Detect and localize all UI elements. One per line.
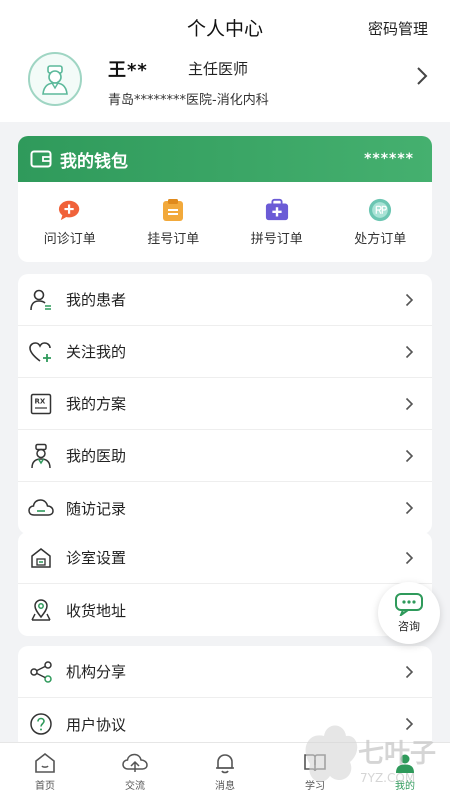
tab-label: 消息	[215, 780, 235, 792]
prescription-order-icon	[368, 198, 392, 222]
tab-label: 学习	[305, 780, 325, 792]
profile-header: 个人中心 密码管理 王** 主任医师 青岛********医院-消化内科	[0, 0, 450, 122]
menu-item-label: 随访记录	[66, 499, 127, 518]
bell-icon	[216, 753, 234, 773]
tab-home[interactable]: 首页	[0, 743, 90, 800]
tab-messages[interactable]: 消息	[180, 743, 270, 800]
register-order-icon	[161, 198, 185, 222]
chat-bubble-icon	[395, 593, 423, 616]
prescription-order-button[interactable]: 处方订单	[329, 182, 433, 262]
menu-item-clinic-settings[interactable]: 诊室设置	[18, 532, 432, 584]
chevron-right-icon	[405, 501, 414, 515]
consult-order-label: 问诊订单	[43, 231, 96, 247]
consult-order-button[interactable]: 问诊订单	[18, 182, 122, 262]
chevron-right-icon	[405, 293, 414, 306]
doctor-name: 王**	[108, 60, 148, 81]
cloud-exchange-icon	[122, 753, 148, 772]
svg-text:RX: RX	[35, 397, 46, 405]
register-order-button[interactable]: 挂号订单	[122, 182, 226, 262]
wallet-card: 我的钱包 ****** 问诊订单 挂号订单 拼号订单 处方订单	[18, 136, 432, 262]
menu-group-patients: 我的患者 关注我的 RX 我的方案 我的医助 随访记录	[18, 274, 432, 534]
tab-mine[interactable]: 我的	[360, 743, 450, 800]
prescription-order-label: 处方订单	[354, 231, 407, 247]
share-icon	[28, 659, 54, 685]
chevron-right-icon	[405, 397, 414, 410]
group-order-label: 拼号订单	[250, 231, 303, 247]
question-icon	[28, 711, 54, 737]
chevron-right-icon	[405, 551, 414, 564]
avatar[interactable]	[28, 52, 82, 106]
menu-item-label: 关注我的	[66, 343, 127, 361]
group-order-icon	[265, 198, 289, 222]
chevron-right-icon	[405, 717, 414, 731]
menu-item-label: 我的患者	[66, 291, 127, 309]
tab-exchange[interactable]: 交流	[90, 743, 180, 800]
menu-item-follow-up-records[interactable]: 随访记录	[18, 482, 432, 534]
menu-item-shipping-address[interactable]: 收货地址	[18, 584, 432, 636]
user-icon	[396, 754, 414, 773]
menu-item-label: 收货地址	[66, 601, 127, 620]
chevron-right-icon	[405, 345, 414, 358]
menu-item-label: 诊室设置	[66, 549, 127, 567]
rx-icon: RX	[28, 391, 54, 417]
consult-float-label: 咨询	[398, 620, 420, 633]
clinic-house-icon	[28, 545, 54, 571]
menu-item-followers[interactable]: 关注我的	[18, 326, 432, 378]
wallet-header[interactable]: 我的钱包 ******	[18, 136, 432, 182]
tab-label: 我的	[395, 780, 415, 792]
doctor-title: 主任医师	[188, 60, 249, 78]
doctor-assistant-icon	[28, 443, 54, 469]
book-icon	[304, 753, 326, 771]
menu-item-my-patients[interactable]: 我的患者	[18, 274, 432, 326]
chevron-right-icon[interactable]	[416, 66, 428, 86]
chevron-right-icon	[405, 449, 414, 462]
register-order-label: 挂号订单	[147, 231, 200, 247]
menu-item-institution-share[interactable]: 机构分享	[18, 646, 432, 698]
patient-icon	[28, 287, 54, 313]
menu-item-label: 机构分享	[66, 663, 127, 681]
group-order-button[interactable]: 拼号订单	[225, 182, 329, 262]
menu-item-my-plans[interactable]: RX 我的方案	[18, 378, 432, 430]
doctor-avatar-icon	[42, 65, 68, 95]
menu-item-label: 我的方案	[66, 395, 127, 413]
tab-label: 首页	[35, 780, 55, 792]
consult-float-button[interactable]: 咨询	[378, 582, 440, 644]
menu-group-settings: 诊室设置 收货地址	[18, 532, 432, 636]
wallet-icon	[30, 150, 52, 168]
tab-label: 交流	[125, 780, 145, 792]
bottom-tab-bar: 首页 交流 消息 学习 我的	[0, 742, 450, 800]
heart-plus-icon	[28, 339, 54, 365]
cloud-icon	[28, 495, 54, 521]
wallet-title: 我的钱包	[60, 151, 128, 172]
menu-item-label: 用户协议	[66, 715, 127, 734]
consult-order-icon	[58, 198, 82, 222]
tab-learning[interactable]: 学习	[270, 743, 360, 800]
menu-group-misc: 机构分享 用户协议	[18, 646, 432, 750]
order-shortcuts: 问诊订单 挂号订单 拼号订单 处方订单	[18, 182, 432, 262]
menu-item-label: 我的医助	[66, 447, 127, 465]
wallet-balance-masked[interactable]: ******	[364, 151, 414, 167]
password-management-link[interactable]: 密码管理	[368, 18, 428, 39]
chevron-right-icon	[405, 665, 414, 678]
location-icon	[28, 597, 54, 623]
hospital-department: 青岛********医院-消化内科	[108, 93, 269, 108]
home-icon	[35, 752, 55, 773]
menu-item-my-assistant[interactable]: 我的医助	[18, 430, 432, 482]
